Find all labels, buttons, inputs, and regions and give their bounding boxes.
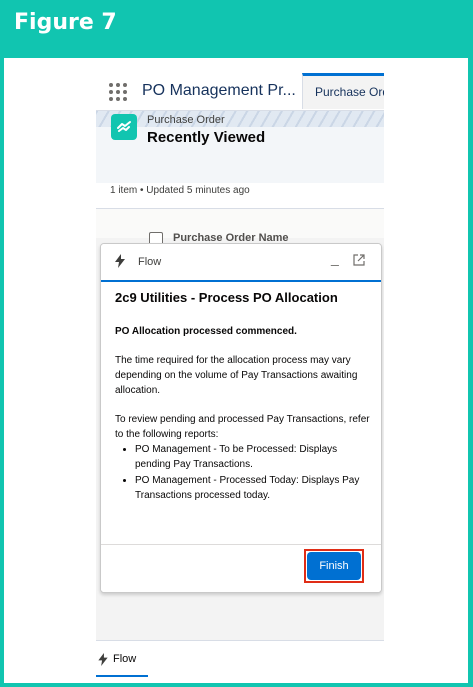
flow-bolt-icon	[115, 254, 125, 268]
flow-paragraph: To review pending and processed Pay Tran…	[115, 414, 370, 440]
mobile-screen: PO Management Pr... Purchase Orde Purcha…	[96, 73, 384, 678]
app-name: PO Management Pr...	[142, 82, 296, 99]
object-label: Purchase Order	[147, 114, 225, 126]
flow-bolt-icon	[98, 653, 108, 666]
tab-purchase-orders[interactable]: Purchase Orde	[302, 73, 384, 109]
utility-tab-label: Flow	[113, 653, 137, 665]
app-launcher-icon[interactable]	[109, 83, 127, 101]
figure-frame: Figure 7 PO Management Pr... Purchase Or…	[0, 0, 473, 687]
tab-label: Purchase Orde	[315, 85, 384, 99]
figure-content: PO Management Pr... Purchase Orde Purcha…	[4, 58, 468, 683]
report-list: PO Management - To be Processed: Display…	[115, 442, 371, 503]
flow-subtitle: PO Allocation processed commenced.	[115, 326, 297, 337]
flow-title: 2c9 Utilities - Process PO Allocation	[115, 290, 338, 305]
flow-paragraph: The time required for the allocation pro…	[115, 355, 358, 396]
flow-panel: Flow _ 2c9 Utilities - Process PO Alloca…	[100, 243, 382, 593]
finish-button[interactable]: Finish	[307, 552, 361, 580]
flow-footer: Finish	[101, 544, 381, 592]
minimize-icon[interactable]: _	[331, 250, 339, 266]
utility-bar: Flow	[96, 640, 384, 678]
report-item: PO Management - Processed Today: Display…	[135, 473, 371, 503]
figure-title: Figure 7	[14, 10, 117, 35]
list-view-header	[96, 111, 384, 183]
flow-header-label: Flow	[138, 256, 162, 268]
header-pattern	[96, 111, 384, 127]
purchase-order-icon	[111, 114, 137, 140]
list-view-title[interactable]: Recently Viewed	[147, 129, 265, 146]
flow-panel-header: Flow _	[101, 244, 381, 282]
report-item: PO Management - To be Processed: Display…	[135, 442, 371, 472]
list-meta: 1 item • Updated 5 minutes ago	[110, 185, 250, 196]
app-bar: PO Management Pr... Purchase Orde	[96, 73, 384, 111]
utility-tab-flow[interactable]: Flow	[96, 641, 148, 677]
flow-body: 2c9 Utilities - Process PO Allocation PO…	[115, 290, 371, 504]
pop-out-icon[interactable]	[353, 254, 365, 266]
